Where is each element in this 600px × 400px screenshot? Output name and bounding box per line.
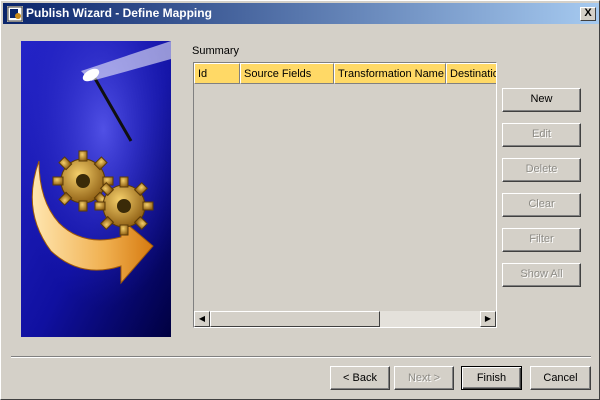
close-button[interactable]: X [580,7,596,21]
scrollbar-thumb[interactable] [210,311,380,327]
separator-highlight [11,357,591,358]
arrow-left-icon[interactable]: ◀ [194,311,210,327]
cancel-button[interactable]: Cancel [530,366,591,390]
table-header: Id Source Fields Transformation Name Des… [194,63,496,84]
window-title: Publish Wizard - Define Mapping [26,6,212,20]
finish-button[interactable]: Finish [461,366,522,390]
mapping-table[interactable]: Id Source Fields Transformation Name Des… [193,62,497,328]
clear-button[interactable]: Clear [502,193,581,217]
delete-button[interactable]: Delete [502,158,581,182]
next-button[interactable]: Next > [394,366,454,390]
column-header-transformation-name[interactable]: Transformation Name [334,63,446,84]
column-header-destination[interactable]: Destination [446,63,496,84]
horizontal-scrollbar[interactable]: ◀ ▶ [194,311,496,327]
summary-label: Summary [192,45,240,57]
gears-arrow-wand-illustration [21,41,171,337]
show-all-button[interactable]: Show All [502,263,581,287]
wizard-icon [7,6,23,22]
filter-button[interactable]: Filter [502,228,581,252]
edit-button[interactable]: Edit [502,123,581,147]
title-bar[interactable]: Publish Wizard - Define Mapping X [3,3,599,24]
back-button[interactable]: < Back [330,366,390,390]
publish-wizard-window: Publish Wizard - Define Mapping X Summar… [0,0,600,400]
arrow-right-icon[interactable]: ▶ [480,311,496,327]
column-header-source-fields[interactable]: Source Fields [240,63,334,84]
column-header-id[interactable]: Id [194,63,240,84]
new-button[interactable]: New [502,88,581,112]
